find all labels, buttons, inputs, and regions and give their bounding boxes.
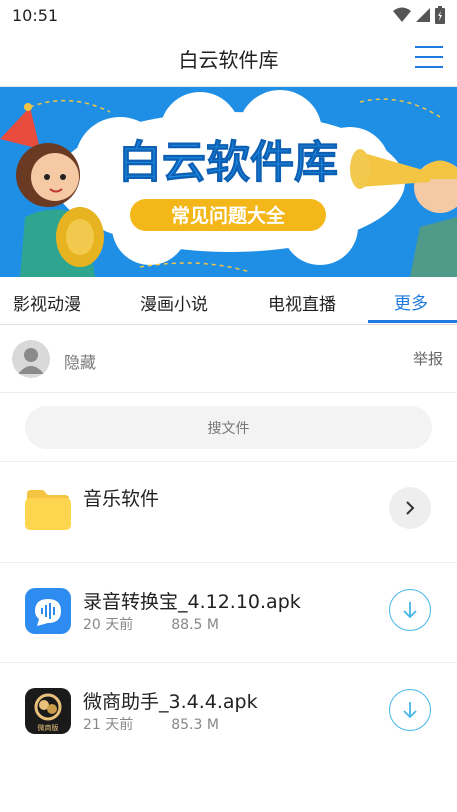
folder-name: 音乐软件	[83, 488, 160, 510]
page-title: 白云软件库	[178, 48, 279, 72]
status-bar: 10:51	[0, 0, 457, 30]
file-age: 20 天前	[83, 617, 134, 633]
download-arrow-icon	[403, 702, 417, 719]
file-meta: 21 天前 85.3 M	[83, 714, 219, 734]
search-placeholder: 搜文件	[207, 420, 250, 437]
banner-title: 白云软件库	[118, 137, 338, 188]
download-arrow-icon	[403, 602, 417, 619]
tab-tv-live[interactable]: 电视直播	[268, 290, 336, 315]
menu-icon[interactable]	[415, 46, 443, 68]
tab-more[interactable]: 更多	[394, 289, 428, 314]
file-row[interactable]: 录音转换宝_4.12.10.apk 20 天前 88.5 M	[0, 563, 457, 663]
avatar[interactable]	[12, 340, 50, 378]
user-avatar-icon	[18, 348, 44, 374]
tab-active-indicator	[368, 320, 457, 323]
folder-row[interactable]: 音乐软件	[0, 462, 457, 562]
open-folder-button[interactable]	[389, 487, 431, 529]
category-tabs: 影视动漫 漫画小说 电视直播 更多	[0, 278, 457, 325]
wifi-icon	[393, 7, 411, 22]
report-link[interactable]: 举报	[413, 348, 443, 369]
search-input[interactable]: 搜文件	[25, 406, 432, 449]
chevron-right-icon	[406, 501, 415, 515]
file-name: 微商助手_3.4.4.apk	[83, 691, 258, 713]
download-button[interactable]	[389, 689, 431, 731]
banner-illustration: 白云软件库 常见问题大全	[0, 87, 457, 277]
tab-film-anime[interactable]: 影视动漫	[13, 290, 81, 315]
user-name: 隐藏	[64, 353, 97, 372]
file-name: 录音转换宝_4.12.10.apk	[83, 591, 301, 613]
app-icon-label: 微商版	[38, 723, 59, 732]
search-section: 搜文件	[0, 393, 457, 462]
download-button[interactable]	[389, 589, 431, 631]
battery-icon	[435, 6, 445, 24]
file-meta: 20 天前 88.5 M	[83, 614, 219, 634]
banner[interactable]: 白云软件库 常见问题大全	[0, 87, 457, 277]
file-size: 88.5 M	[171, 617, 219, 633]
app-bar: 白云软件库	[0, 30, 457, 87]
file-size: 85.3 M	[171, 717, 219, 733]
audio-converter-app-icon	[25, 588, 71, 634]
status-time: 10:51	[12, 6, 59, 25]
status-icons	[393, 6, 445, 24]
user-row: 隐藏 举报	[0, 326, 457, 393]
tab-comics-novels[interactable]: 漫画小说	[140, 290, 208, 315]
signal-icon	[416, 8, 430, 22]
wechat-business-app-icon: 微商版	[25, 688, 71, 734]
banner-subtitle: 常见问题大全	[171, 204, 286, 227]
file-row[interactable]: 微商版 微商助手_3.4.4.apk 21 天前 85.3 M	[0, 663, 457, 763]
file-age: 21 天前	[83, 717, 134, 733]
folder-icon	[25, 490, 71, 530]
